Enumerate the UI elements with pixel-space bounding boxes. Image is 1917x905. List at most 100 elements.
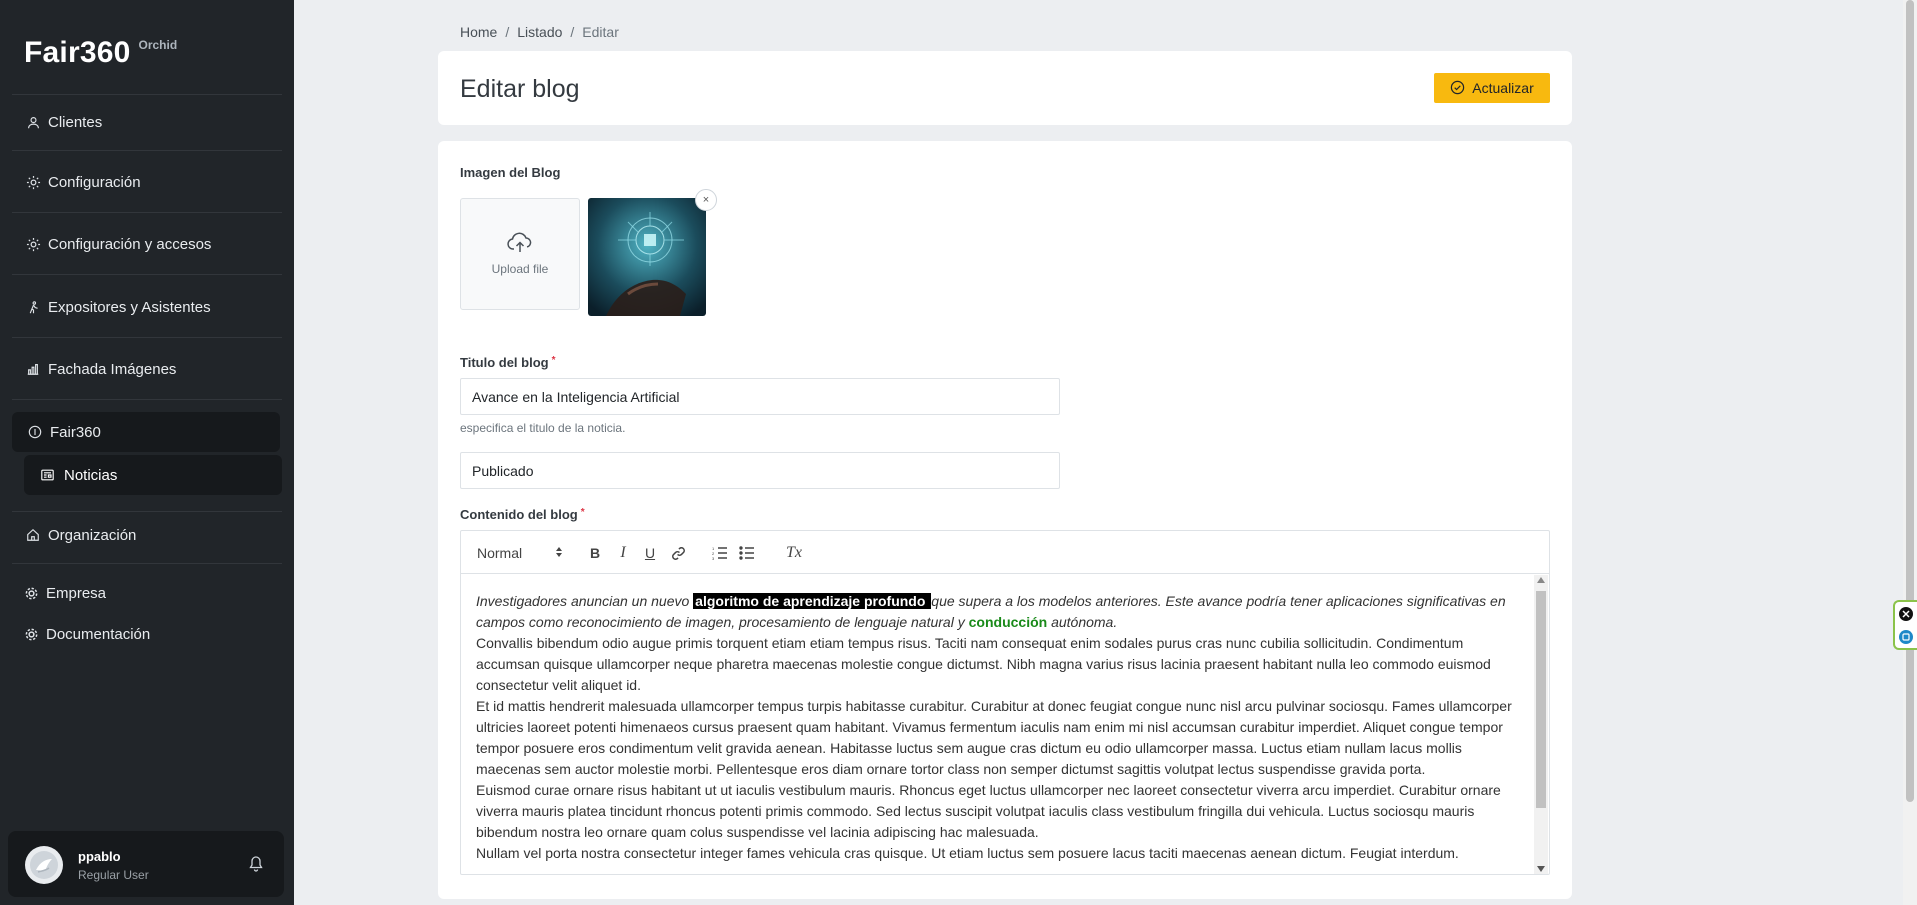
underline-button[interactable]: U [640, 543, 660, 563]
user-name: ppablo [78, 849, 121, 864]
sidebar: Fair360 Orchid Clientes Configuración Co… [0, 0, 294, 905]
remove-image-button[interactable]: × [695, 189, 717, 211]
sidebar-divider [12, 337, 282, 338]
sidebar-item-label: Fachada Imágenes [48, 360, 177, 378]
brand-subtitle: Orchid [138, 38, 178, 52]
blog-image-thumbnail[interactable] [588, 198, 706, 316]
content-paragraph: Et id mattis hendrerit malesuada ullamco… [476, 698, 1512, 777]
updown-icon [555, 545, 563, 561]
editor-scrollbar-thumb[interactable] [1536, 591, 1546, 808]
user-profile-card[interactable]: ppablo Regular User [8, 831, 284, 897]
required-mark: * [551, 355, 556, 366]
editor-content[interactable]: Investigadores anuncian un nuevo algorit… [476, 591, 1526, 871]
sidebar-divider [12, 563, 282, 564]
content-label: Contenido del blog * [460, 507, 585, 522]
sidebar-item-configuracion[interactable]: Configuración [24, 173, 141, 191]
required-mark: * [580, 507, 585, 518]
sidebar-item-label: Documentación [46, 625, 151, 643]
format-select-value: Normal [477, 545, 523, 561]
sidebar-item-label: Empresa [46, 584, 107, 602]
sidebar-divider [12, 274, 282, 275]
update-button-label: Actualizar [1472, 80, 1534, 96]
page-scrollbar-thumb[interactable] [1906, 0, 1914, 802]
sidebar-item-documentacion[interactable]: Documentación [22, 625, 150, 643]
format-select[interactable]: Normal [477, 543, 563, 563]
sidebar-item-label: Organización [48, 526, 137, 544]
sidebar-item-noticias[interactable]: Noticias [24, 455, 282, 495]
breadcrumb-list[interactable]: Listado [517, 24, 562, 40]
image-label: Imagen del Blog [460, 165, 561, 180]
title-label: Titulo del blog * [460, 355, 556, 370]
sidebar-divider [12, 212, 282, 213]
content-label-text: Contenido del blog [460, 507, 578, 522]
walking-icon [24, 298, 42, 316]
clear-format-button[interactable]: Tx [783, 543, 805, 563]
sidebar-item-label: Fair360 [50, 423, 101, 441]
brand[interactable]: Fair360 Orchid [24, 36, 177, 70]
breadcrumb-home[interactable]: Home [460, 24, 497, 40]
floating-widget [1893, 600, 1917, 650]
sidebar-item-configuracion-accesos[interactable]: Configuración y accesos [24, 235, 211, 253]
home-icon [24, 526, 42, 544]
upload-file-label: Upload file [491, 262, 549, 276]
bar-chart-icon [24, 360, 42, 378]
content-text: autónoma. [1047, 614, 1118, 630]
content-text: Investigadores anuncian un nuevo [476, 593, 694, 609]
editor-toolbar: Normal B I U 123 Tx [461, 531, 1549, 574]
bold-button[interactable]: B [585, 543, 605, 563]
sidebar-item-expositores[interactable]: Expositores y Asistentes [24, 298, 211, 316]
upload-file-button[interactable]: Upload file [460, 198, 580, 310]
sidebar-item-empresa[interactable]: Empresa [22, 584, 106, 602]
page-title: Editar blog [460, 75, 580, 103]
bell-icon[interactable] [248, 855, 268, 875]
sidebar-item-label: Expositores y Asistentes [48, 298, 211, 316]
sidebar-item-label: Noticias [64, 466, 118, 484]
sidebar-item-label: Configuración y accesos [48, 235, 212, 253]
newspaper-icon [38, 466, 56, 484]
title-label-text: Titulo del blog [460, 355, 549, 370]
content-paragraph: Convallis bibendum odio augue primis tor… [476, 635, 1491, 693]
user-role: Regular User [78, 868, 149, 882]
editor-scrollbar[interactable] [1534, 575, 1548, 874]
update-button[interactable]: Actualizar [1434, 73, 1550, 103]
sidebar-item-clientes[interactable]: Clientes [24, 113, 102, 131]
breadcrumb-separator: / [505, 24, 510, 40]
check-circle-icon [1450, 80, 1466, 96]
sidebar-divider [12, 511, 282, 512]
ordered-list-icon[interactable]: 123 [709, 543, 731, 563]
italic-button[interactable]: I [613, 543, 633, 563]
header-card: Editar blog Actualizar [438, 51, 1572, 125]
sidebar-item-fair360[interactable]: Fair360 [12, 412, 280, 452]
bullet-list-icon[interactable] [736, 543, 758, 563]
gear-icon [24, 235, 42, 253]
page-scrollbar[interactable] [1903, 0, 1917, 905]
sidebar-divider [12, 94, 282, 95]
breadcrumb: Home / Listado / Editar [460, 24, 619, 40]
sidebar-item-label: Clientes [48, 113, 103, 131]
link-icon[interactable] [668, 543, 688, 563]
rich-text-editor: Normal B I U 123 Tx Investigadores anunc… [460, 530, 1550, 875]
avatar[interactable] [25, 846, 63, 884]
cloud-upload-icon [507, 232, 533, 254]
sidebar-item-organizacion[interactable]: Organización [24, 526, 136, 544]
scroll-down-arrow-icon[interactable] [1537, 866, 1545, 872]
content-paragraph: Investigadores anuncian un nuevo algorit… [476, 591, 1526, 633]
blog-form-card: Imagen del Blog Upload file × Titulo del… [438, 141, 1572, 899]
scroll-up-arrow-icon[interactable] [1537, 577, 1545, 583]
circle-icon [26, 423, 44, 441]
breadcrumb-current: Editar [582, 24, 619, 40]
blog-title-input[interactable] [460, 378, 1060, 415]
close-circle-icon[interactable] [1899, 606, 1913, 621]
extension-icon[interactable] [1899, 629, 1913, 644]
sidebar-item-label: Configuración [48, 173, 141, 191]
cog-icon [22, 625, 40, 643]
svg-text:3: 3 [712, 556, 715, 560]
person-icon [24, 113, 42, 131]
close-icon: × [702, 194, 710, 206]
sidebar-divider [12, 150, 282, 151]
status-input[interactable] [460, 452, 1060, 489]
sidebar-item-fachada[interactable]: Fachada Imágenes [24, 360, 176, 378]
cog-icon [22, 584, 40, 602]
content-paragraph: Euismod curae ornare risus habitant ut u… [476, 782, 1501, 840]
title-help-text: especifica el titulo de la noticia. [460, 421, 626, 435]
